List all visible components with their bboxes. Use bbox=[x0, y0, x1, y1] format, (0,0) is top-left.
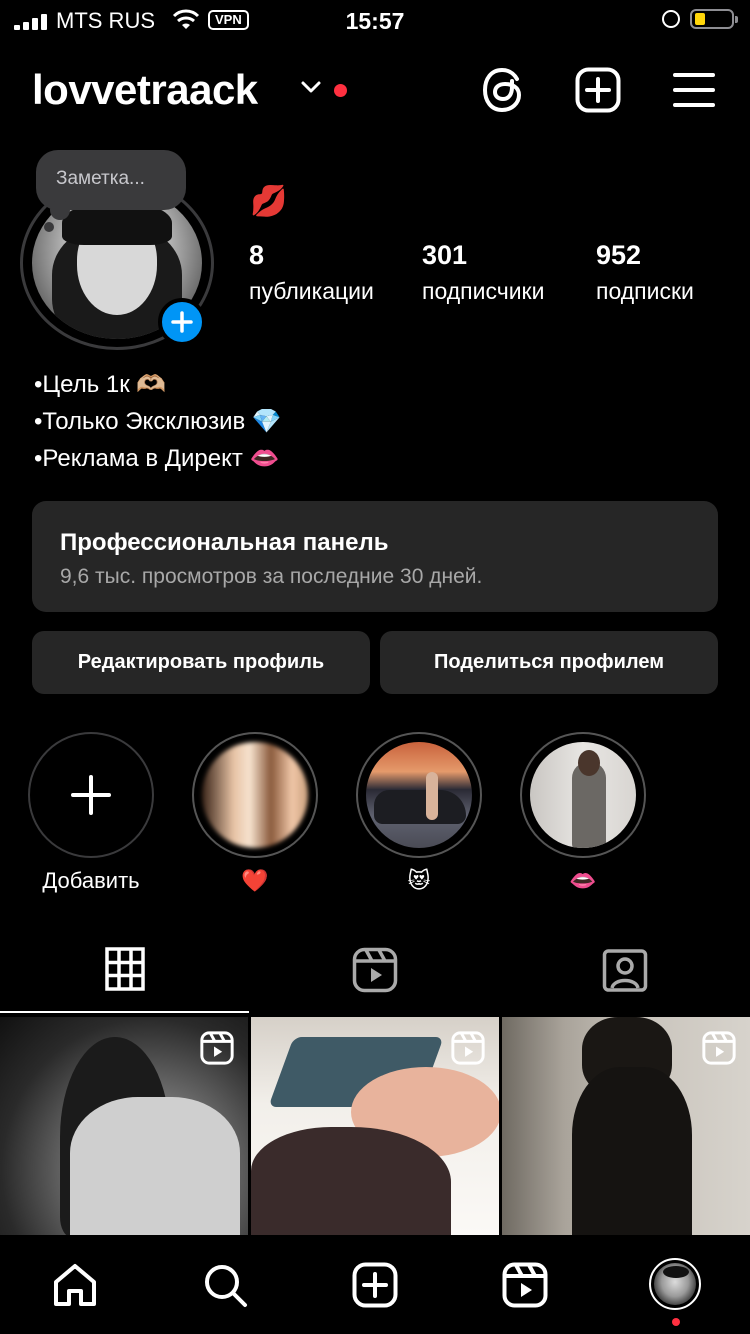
reel-badge-icon bbox=[200, 1031, 234, 1065]
post-thumbnail[interactable] bbox=[0, 1017, 248, 1235]
edit-profile-button[interactable]: Редактировать профиль bbox=[32, 631, 370, 694]
following-label[interactable]: подписки bbox=[596, 278, 694, 305]
reel-badge-icon bbox=[451, 1031, 485, 1065]
followers-count[interactable]: 301 bbox=[422, 240, 467, 271]
add-story-button[interactable] bbox=[158, 298, 206, 346]
highlight-cover bbox=[202, 742, 308, 848]
highlight-label: 👄 bbox=[569, 868, 597, 893]
posts-label[interactable]: публикации bbox=[249, 278, 374, 305]
followers-label[interactable]: подписчики bbox=[422, 278, 544, 305]
note-bubble-tail bbox=[50, 200, 70, 220]
new-highlight-button[interactable] bbox=[28, 732, 154, 858]
create-icon[interactable] bbox=[352, 1262, 398, 1308]
following-count[interactable]: 952 bbox=[596, 240, 641, 271]
chevron-down-icon[interactable] bbox=[300, 80, 322, 94]
menu-icon[interactable] bbox=[673, 72, 715, 108]
highlight-cover bbox=[530, 742, 636, 848]
posts-count[interactable]: 8 bbox=[249, 240, 264, 271]
name-emoji: 💋 bbox=[250, 185, 288, 218]
profile-tab-avatar[interactable] bbox=[649, 1258, 701, 1310]
post-thumbnail[interactable] bbox=[251, 1017, 499, 1235]
highlight-cover bbox=[366, 742, 472, 848]
bio-line: •Только Эксклюзив 💎 bbox=[34, 408, 282, 435]
profile-username[interactable]: lovvetraack bbox=[32, 66, 258, 114]
share-profile-button[interactable]: Поделиться профилем bbox=[380, 631, 718, 694]
reel-badge-icon bbox=[702, 1031, 736, 1065]
bio-line: •Цель 1к 🫶🏼 bbox=[34, 371, 167, 398]
story-highlight[interactable] bbox=[192, 732, 318, 858]
highlight-label: Добавить bbox=[42, 868, 140, 893]
story-highlight[interactable] bbox=[356, 732, 482, 858]
orientation-lock-icon bbox=[662, 10, 680, 28]
bio-line: •Реклама в Директ 👄 bbox=[34, 445, 280, 472]
post-thumbnail[interactable] bbox=[502, 1017, 750, 1235]
battery-icon bbox=[690, 9, 738, 29]
professional-dashboard[interactable]: Профессиональная панель 9,6 тыс. просмот… bbox=[32, 501, 718, 612]
plus-icon bbox=[171, 311, 193, 333]
create-post-icon[interactable] bbox=[575, 67, 621, 113]
story-highlight[interactable] bbox=[520, 732, 646, 858]
threads-icon[interactable] bbox=[481, 67, 525, 113]
home-icon[interactable] bbox=[52, 1262, 98, 1308]
status-bar: MTS RUS VPN 15:57 bbox=[0, 0, 750, 42]
grid-icon[interactable] bbox=[105, 947, 145, 991]
dashboard-subtitle: 9,6 тыс. просмотров за последние 30 дней… bbox=[60, 565, 483, 588]
profile-notification-dot bbox=[672, 1318, 680, 1326]
plus-icon bbox=[71, 775, 111, 815]
active-tab-indicator bbox=[0, 1011, 249, 1013]
notification-dot bbox=[334, 84, 347, 97]
reels-icon[interactable] bbox=[502, 1262, 548, 1308]
search-icon[interactable] bbox=[202, 1262, 248, 1308]
tagged-icon[interactable] bbox=[602, 947, 648, 993]
highlight-label: 😻 bbox=[407, 868, 431, 893]
clock: 15:57 bbox=[345, 8, 405, 34]
highlight-label: ❤️ bbox=[241, 868, 269, 893]
bottom-navigation bbox=[0, 1236, 750, 1334]
note-bubble-tail bbox=[44, 222, 54, 232]
dashboard-title: Профессиональная панель bbox=[60, 529, 389, 556]
reels-icon[interactable] bbox=[352, 947, 398, 993]
